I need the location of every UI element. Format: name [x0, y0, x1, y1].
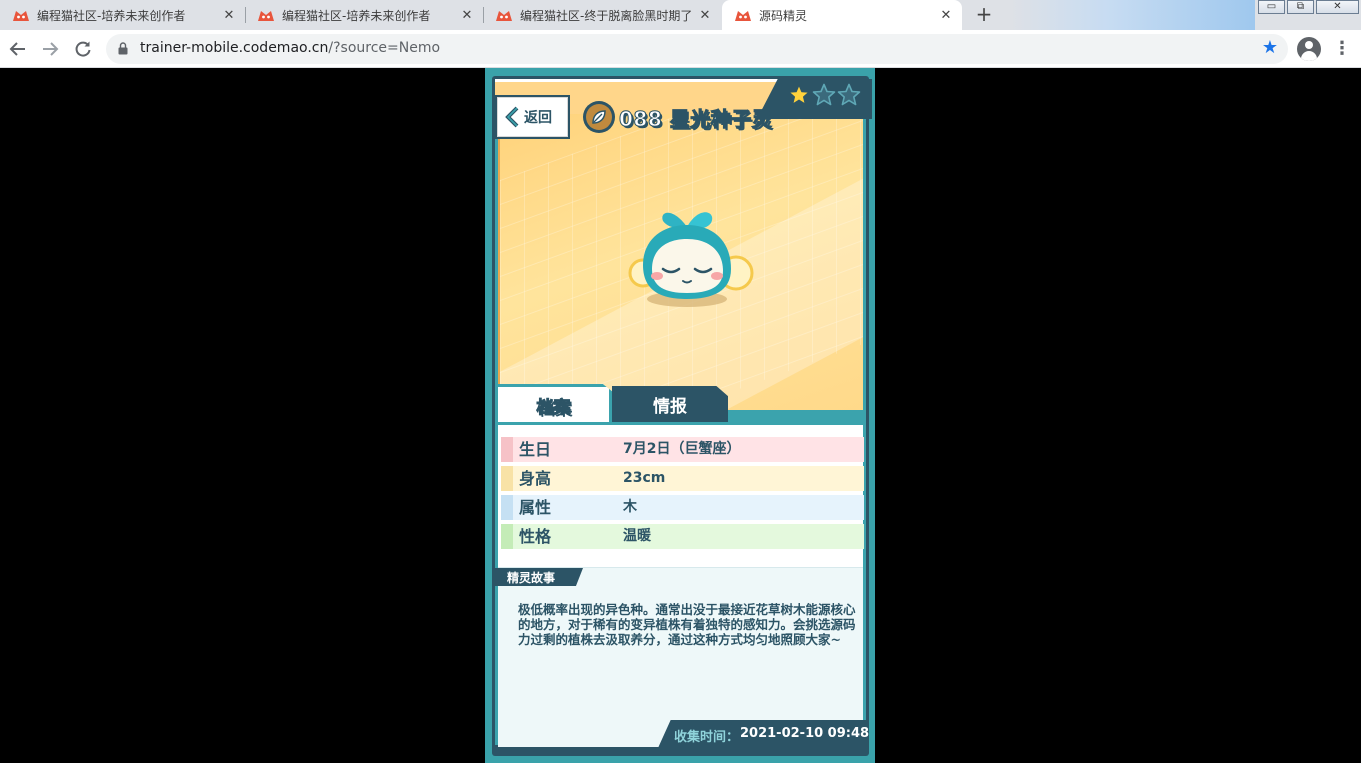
attribute-panel: 生日 7月2日（巨蟹座） 身高 23cm 属性 木 性格 温暖: [498, 422, 864, 572]
star-empty-icon: [812, 83, 836, 106]
codemao-favicon-icon: [496, 11, 512, 21]
story-title: 精灵故事: [507, 571, 556, 585]
codemao-favicon-icon: [258, 11, 274, 21]
collect-time-label: 收集时间：: [674, 730, 740, 745]
browser-tab-1[interactable]: 编程猫社区-培养未来创作者 ✕: [0, 0, 245, 30]
attribute-label: 生日: [519, 440, 552, 459]
star-filled-icon: [787, 83, 811, 106]
story-text: 极低概率出现的异色种。通常出没于最接近花草树木能源核心的地方，对于稀有的变异植株…: [518, 602, 856, 647]
back-button-label: 返回: [524, 110, 552, 126]
minimize-button[interactable]: ▭: [1258, 0, 1285, 14]
codemao-favicon-icon: [13, 11, 29, 21]
tab-title: 编程猫社区-培养未来创作者: [37, 8, 186, 23]
sprite-title-row: 088 星光种子灵: [583, 101, 772, 133]
row-stub: [501, 524, 513, 549]
tab-close-icon[interactable]: ✕: [459, 8, 475, 23]
browser-tab-strip: 编程猫社区-培养未来创作者 ✕ 编程猫社区-培养未来创作者 ✕ 编程猫社区-终于…: [0, 0, 1361, 30]
card-tabs: 档案 情报: [498, 384, 863, 424]
browser-tab-3[interactable]: 编程猫社区-终于脱离脸黑时期了 ✕: [483, 0, 721, 30]
address-bar[interactable]: trainer-mobile.codemao.cn/?source=Nemo ★: [106, 34, 1288, 64]
browser-tab-2[interactable]: 编程猫社区-培养未来创作者 ✕: [245, 0, 483, 30]
tab-title: 编程猫社区-终于脱离脸黑时期了: [520, 8, 693, 23]
row-stub: [501, 437, 513, 462]
tab-title: 源码精灵: [759, 8, 808, 23]
new-tab-button[interactable]: +: [972, 3, 996, 27]
attribute-label: 属性: [519, 498, 552, 517]
back-button[interactable]: 返回: [495, 95, 570, 139]
tab-info-label: 情报: [653, 396, 687, 417]
attribute-row-height: 身高 23cm: [501, 466, 864, 491]
attribute-row-element: 属性 木: [501, 495, 864, 520]
profile-avatar-icon[interactable]: [1297, 37, 1321, 61]
chevron-left-icon: [505, 106, 519, 128]
url-text: trainer-mobile.codemao.cn/?source=Nemo: [140, 40, 440, 56]
bookmark-star-icon[interactable]: ★: [1262, 38, 1278, 58]
row-stub: [501, 466, 513, 491]
tab-archive[interactable]: 档案: [498, 384, 612, 424]
lock-icon: [118, 42, 128, 55]
attribute-label: 性格: [519, 527, 552, 546]
sprite-card: 返回 088 星光种子灵 档案 情报 生日 7月2日（巨蟹座） 身高 23cm …: [492, 76, 872, 756]
browser-toolbar: trainer-mobile.codemao.cn/?source=Nemo ★…: [0, 30, 1361, 68]
tab-archive-label: 档案: [536, 398, 571, 419]
story-tag: 精灵故事: [495, 568, 583, 586]
reload-icon[interactable]: [73, 39, 93, 59]
browser-menu-icon[interactable]: ⋮: [1333, 38, 1351, 60]
attribute-value: 7月2日（巨蟹座）: [623, 441, 741, 457]
tab-close-icon[interactable]: ✕: [697, 8, 713, 23]
attribute-value: 木: [623, 499, 637, 515]
window-controls: ▭ ⧉ ✕: [1258, 0, 1361, 14]
restore-button[interactable]: ⧉: [1287, 0, 1314, 14]
sprite-illustration: [628, 212, 754, 307]
tab-close-icon[interactable]: ✕: [221, 8, 237, 23]
tab-info[interactable]: 情报: [612, 386, 728, 422]
tab-close-icon[interactable]: ✕: [938, 8, 954, 23]
row-stub: [501, 495, 513, 520]
attribute-value: 温暖: [623, 528, 651, 544]
wood-type-badge: [583, 101, 615, 133]
mobile-viewport: 返回 088 星光种子灵 档案 情报 生日 7月2日（巨蟹座） 身高 23cm …: [485, 68, 875, 763]
back-arrow-icon[interactable]: [8, 39, 28, 59]
card-inner: 返回 088 星光种子灵 档案 情报 生日 7月2日（巨蟹座） 身高 23cm …: [495, 79, 872, 747]
attribute-row-birthday: 生日 7月2日（巨蟹座）: [501, 437, 864, 462]
collect-time-value: 2021-02-10 09:48: [740, 726, 870, 741]
attribute-row-personality: 性格 温暖: [501, 524, 864, 549]
attribute-value: 23cm: [623, 470, 666, 486]
codemao-favicon-icon: [735, 11, 751, 21]
close-window-button[interactable]: ✕: [1316, 0, 1359, 14]
url-path: /?source=Nemo: [328, 40, 441, 56]
sprite-name: 088 星光种子灵: [618, 106, 773, 131]
star-empty-icon: [837, 83, 861, 106]
attribute-label: 身高: [519, 469, 552, 488]
back-button-face: 返回: [497, 97, 568, 137]
leaf-icon: [592, 110, 606, 124]
url-host: trainer-mobile.codemao.cn: [140, 40, 329, 56]
forward-arrow-icon[interactable]: [40, 39, 60, 59]
tab-title: 编程猫社区-培养未来创作者: [282, 8, 431, 23]
rarity-stars: [787, 83, 861, 107]
titlebar-background: [1010, 0, 1255, 30]
browser-tab-active[interactable]: 源码精灵 ✕: [722, 0, 962, 30]
